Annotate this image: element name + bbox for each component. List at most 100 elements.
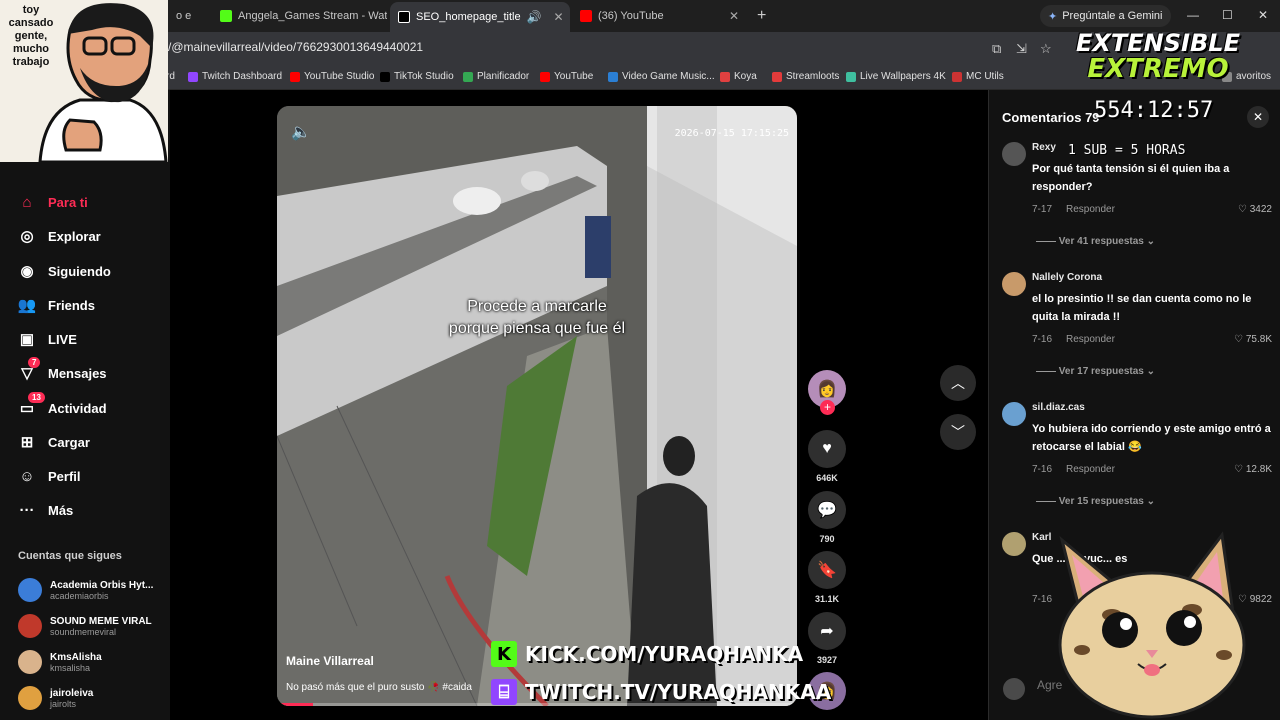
previous-video-button[interactable]: ︿ — [940, 365, 976, 401]
sidebar-item-mensajes[interactable]: ▽ 7 Mensajes — [18, 357, 107, 382]
account-text: SOUND MEME VIRAL soundmemeviral — [50, 616, 152, 637]
commenter-avatar[interactable] — [1002, 272, 1026, 296]
tab-label: o e — [176, 10, 192, 22]
gemini-button[interactable]: ✦ Pregúntale a Gemini — [1040, 5, 1171, 27]
bookmark-favicon-icon — [952, 71, 962, 82]
bookmark-item[interactable]: Streamloots — [772, 71, 839, 82]
comments-title: Comentarios 79 — [1002, 110, 1100, 125]
comment-like-button[interactable]: ♡ 12.8K — [1234, 464, 1272, 475]
commenter-avatar[interactable] — [1002, 402, 1026, 426]
brand-line-2: EXTREMO — [1087, 54, 1229, 84]
account-name: jairoleiva — [50, 687, 94, 699]
commenter-avatar[interactable] — [1002, 142, 1026, 166]
bookmark-item[interactable]: YouTube Studio — [290, 71, 374, 82]
follow-plus-icon[interactable]: + — [820, 400, 835, 415]
sidebar-item-para-ti[interactable]: ⌂ Para ti — [18, 193, 88, 211]
new-tab-button[interactable]: + — [757, 7, 766, 25]
tab-seo-homepage[interactable]: SEO_homepage_title 🔊 ✕ — [390, 2, 570, 32]
sidebar-item-cargar[interactable]: ⊞ Cargar — [18, 433, 90, 451]
bookmark-star-icon[interactable]: ☆ — [1040, 41, 1052, 57]
sidebar-item-friends[interactable]: 👥 Friends — [18, 296, 95, 314]
commenter-name[interactable]: Karl — [1032, 532, 1051, 543]
close-tab-icon[interactable]: ✕ — [554, 10, 564, 24]
bookmark-item[interactable]: YouTube — [540, 71, 593, 82]
commenter-name[interactable]: Rexy — [1032, 142, 1056, 153]
following-account[interactable]: SOUND MEME VIRAL soundmemeviral — [18, 614, 152, 638]
close-window-icon[interactable]: ✕ — [1258, 8, 1268, 22]
video-author[interactable]: Maine Villarreal — [286, 654, 374, 668]
video-frame — [277, 106, 797, 706]
minimize-icon[interactable]: — — [1187, 8, 1199, 22]
commenter-name[interactable]: Nallely Corona — [1032, 272, 1102, 283]
share-count: 3927 — [816, 655, 838, 665]
youtube-favicon-icon — [580, 10, 592, 22]
reply-button[interactable]: Responder — [1066, 204, 1115, 215]
bookmark-label: MC Utils — [966, 71, 1004, 82]
bookmark-item[interactable]: Koya — [720, 71, 757, 82]
creator-avatar[interactable]: 👩 + — [808, 370, 846, 415]
close-tab-icon[interactable]: ✕ — [729, 9, 739, 23]
chevron-down-icon: ﹀ — [951, 424, 965, 440]
sidebar-item-siguiendo[interactable]: ◉ Siguiendo — [18, 262, 110, 280]
bookmark-item[interactable]: TikTok Studio — [380, 71, 454, 82]
sidebar-item-perfil[interactable]: ☺ Perfil — [18, 467, 80, 485]
install-icon[interactable]: ⇲ — [1016, 41, 1027, 57]
bookmark-item[interactable]: Planificador — [463, 71, 529, 82]
twitch-url: TWITCH.TV/YURAQHANKAA — [525, 680, 832, 704]
bookmark-favicon-icon — [608, 71, 618, 82]
view-replies-button[interactable]: —— Ver 17 respuestas ⌄ — [1036, 366, 1155, 377]
comment-button[interactable]: 💬 790 — [808, 491, 846, 544]
commenter-name[interactable]: sil.diaz.cas — [1032, 402, 1085, 413]
maximize-icon[interactable]: ☐ — [1222, 8, 1233, 22]
view-replies-button[interactable]: —— Ver 41 respuestas ⌄ — [1036, 236, 1155, 247]
sidebar-item-live[interactable]: ▣ LIVE — [18, 330, 77, 348]
sidebar-item-label: Para ti — [48, 194, 88, 210]
commenter-avatar[interactable] — [1002, 532, 1026, 556]
live-icon: ▣ — [19, 331, 35, 348]
sidebar-item-actividad[interactable]: ▭ 13 Actividad — [18, 392, 107, 417]
chevron-down-icon: ⌄ — [1143, 366, 1156, 377]
following-account[interactable]: KmsAlisha kmsalisha — [18, 650, 102, 674]
bookmark-favicon-icon — [846, 71, 856, 82]
video-caption-line-1: Procede a marcarle — [467, 298, 607, 315]
tab-anggela-stream[interactable]: Anggela_Games Stream - Watc ✕ — [212, 4, 387, 28]
close-comments-button[interactable]: ✕ — [1247, 106, 1269, 128]
account-text: Academia Orbis Hyt... academiaorbis — [50, 580, 153, 601]
view-replies-label: Ver 17 respuestas — [1058, 366, 1144, 377]
comment-like-button[interactable]: ♡ 75.8K — [1234, 334, 1272, 345]
translate-icon[interactable]: ⧉ — [992, 41, 1001, 57]
volume-icon[interactable]: 🔈 — [291, 122, 311, 142]
mute-tab-icon[interactable]: 🔊 — [527, 10, 542, 24]
following-account[interactable]: Academia Orbis Hyt... academiaorbis — [18, 578, 153, 602]
heart-icon: ♥ — [808, 430, 846, 468]
comment-like-count: 12.8K — [1245, 464, 1272, 475]
bookmark-item[interactable]: Live Wallpapers 4K — [846, 71, 946, 82]
save-button[interactable]: 🔖 31.1K — [808, 551, 846, 604]
share-button[interactable]: ➦ 3927 — [808, 612, 846, 665]
reply-button[interactable]: Responder — [1066, 464, 1115, 475]
sidebar-item-más[interactable]: ··· Más — [18, 501, 74, 519]
tab-youtube[interactable]: (36) YouTube ✕ — [572, 4, 747, 28]
comment-like-button[interactable]: ♡ 3422 — [1238, 204, 1272, 215]
tab-label: Anggela_Games Stream - Watc — [238, 10, 387, 22]
bookmark-item[interactable]: Twitch Dashboard — [188, 71, 282, 82]
url-field[interactable]: /@mainevillarreal/video/7662930013649440… — [168, 40, 423, 54]
view-replies-button[interactable]: —— Ver 15 respuestas ⌄ — [1036, 496, 1155, 507]
bookmark-favicon-icon — [380, 71, 390, 82]
tab-partial[interactable]: o e — [168, 4, 210, 28]
reply-button[interactable]: Responder — [1066, 334, 1115, 345]
next-video-button[interactable]: ﹀ — [940, 414, 976, 450]
comment-date: 7-16 — [1032, 594, 1053, 605]
video-progress-fill — [277, 703, 314, 706]
following-account[interactable]: jairoleiva jairolts — [18, 686, 93, 710]
account-handle: academiaorbis — [50, 590, 109, 601]
bookmark-item[interactable]: MC Utils — [952, 71, 1004, 82]
account-handle: kmsalisha — [50, 662, 91, 673]
sidebar-item-explorar[interactable]: ◎ Explorar — [18, 227, 100, 245]
bookmark-item[interactable]: Video Game Music... — [608, 71, 715, 82]
friends-icon: 👥 — [17, 297, 37, 314]
like-button[interactable]: ♥ 646K — [808, 430, 846, 483]
account-text: KmsAlisha kmsalisha — [50, 652, 102, 673]
following-icon: ◉ — [20, 263, 34, 280]
video-player[interactable]: 🔈 2026-07-15 17:15:25 Procede a marcarle… — [277, 106, 797, 706]
